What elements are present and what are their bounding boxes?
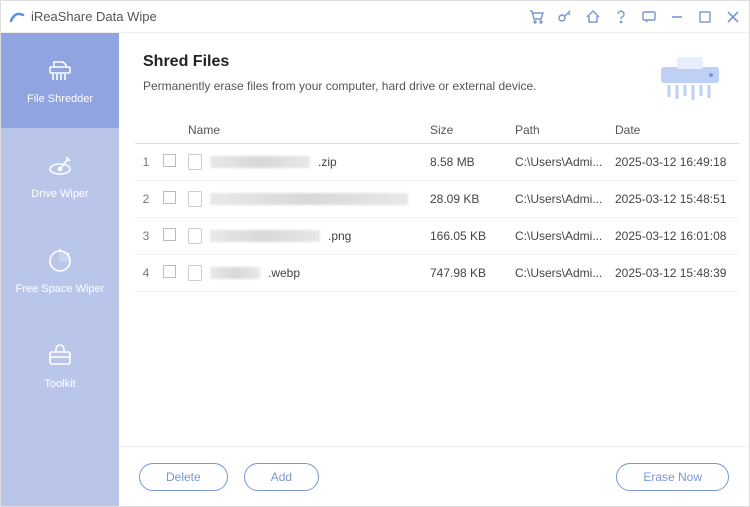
file-date: 2025-03-12 16:01:08 <box>609 218 739 255</box>
col-path[interactable]: Path <box>509 117 609 144</box>
body: File Shredder Drive Wiper Free Space Wip… <box>1 33 749 506</box>
titlebar-actions <box>529 9 741 25</box>
sidebar: File Shredder Drive Wiper Free Space Wip… <box>1 33 119 506</box>
drive-wiper-icon <box>46 152 74 180</box>
file-ext: .png <box>328 229 351 243</box>
file-name-redacted <box>210 267 260 279</box>
table-row[interactable]: 4 .webp 747.98 KBC:\Users\Admi...2025-03-1… <box>135 255 739 292</box>
footer: Delete Add Erase Now <box>119 446 749 506</box>
sidebar-item-toolkit[interactable]: Toolkit <box>1 318 119 413</box>
sidebar-item-label: File Shredder <box>27 93 93 105</box>
file-icon <box>188 191 202 207</box>
file-ext: .zip <box>318 155 337 169</box>
row-index: 2 <box>135 181 157 218</box>
file-name-redacted <box>210 156 310 168</box>
table-row[interactable]: 2 28.09 KBC:\Users\Admi...2025-03-12 15:4… <box>135 181 739 218</box>
row-checkbox[interactable] <box>163 191 176 204</box>
table-row[interactable]: 3 .png 166.05 KBC:\Users\Admi...2025-03-12… <box>135 218 739 255</box>
col-index <box>135 117 157 144</box>
shredder-graphic-icon <box>655 53 725 103</box>
page-header: Shred Files Permanently erase files from… <box>119 33 749 117</box>
file-path: C:\Users\Admi... <box>509 181 609 218</box>
file-date: 2025-03-12 15:48:39 <box>609 255 739 292</box>
sidebar-item-label: Drive Wiper <box>31 188 88 200</box>
page-title: Shred Files <box>143 53 537 71</box>
sidebar-item-drive-wiper[interactable]: Drive Wiper <box>1 128 119 223</box>
col-date[interactable]: Date <box>609 117 739 144</box>
close-icon[interactable] <box>725 9 741 25</box>
file-table: Name Size Path Date 1.zip8.58 MBC:\Users… <box>135 117 739 292</box>
sidebar-item-label: Free Space Wiper <box>16 283 105 295</box>
row-index: 4 <box>135 255 157 292</box>
row-index: 1 <box>135 144 157 181</box>
file-shredder-icon <box>46 57 74 85</box>
col-checkbox <box>157 117 182 144</box>
erase-now-button[interactable]: Erase Now <box>616 463 729 491</box>
file-icon <box>188 265 202 281</box>
sidebar-item-file-shredder[interactable]: File Shredder <box>1 33 119 128</box>
table-row[interactable]: 1 .zip 8.58 MBC:\Users\Admi...2025-03-12 1… <box>135 144 739 181</box>
app-logo-icon <box>9 9 25 25</box>
minimize-icon[interactable] <box>669 9 685 25</box>
toolkit-icon <box>46 342 74 370</box>
file-date: 2025-03-12 16:49:18 <box>609 144 739 181</box>
row-index: 3 <box>135 218 157 255</box>
col-name[interactable]: Name <box>182 117 424 144</box>
file-path: C:\Users\Admi... <box>509 255 609 292</box>
main: Shred Files Permanently erase files from… <box>119 33 749 506</box>
file-icon <box>188 154 202 170</box>
file-path: C:\Users\Admi... <box>509 218 609 255</box>
col-size[interactable]: Size <box>424 117 509 144</box>
sidebar-item-label: Toolkit <box>44 378 75 390</box>
key-icon[interactable] <box>557 9 573 25</box>
help-icon[interactable] <box>613 9 629 25</box>
cart-icon[interactable] <box>529 9 545 25</box>
add-button[interactable]: Add <box>244 463 319 491</box>
app-title: iReaShare Data Wipe <box>31 9 157 24</box>
row-checkbox[interactable] <box>163 265 176 278</box>
file-path: C:\Users\Admi... <box>509 144 609 181</box>
file-table-wrap: Name Size Path Date 1.zip8.58 MBC:\Users… <box>119 117 749 446</box>
file-size: 747.98 KB <box>424 255 509 292</box>
app-window: iReaShare Data Wipe <box>0 0 750 507</box>
file-size: 8.58 MB <box>424 144 509 181</box>
file-date: 2025-03-12 15:48:51 <box>609 181 739 218</box>
row-checkbox[interactable] <box>163 228 176 241</box>
file-name-redacted <box>210 193 408 205</box>
row-checkbox[interactable] <box>163 154 176 167</box>
file-size: 28.09 KB <box>424 181 509 218</box>
file-size: 166.05 KB <box>424 218 509 255</box>
page-subtitle: Permanently erase files from your comput… <box>143 79 537 93</box>
delete-button[interactable]: Delete <box>139 463 228 491</box>
titlebar: iReaShare Data Wipe <box>1 1 749 33</box>
feedback-icon[interactable] <box>641 9 657 25</box>
file-name-redacted <box>210 230 320 242</box>
maximize-icon[interactable] <box>697 9 713 25</box>
sidebar-item-free-space-wiper[interactable]: Free Space Wiper <box>1 223 119 318</box>
home-icon[interactable] <box>585 9 601 25</box>
file-ext: .webp <box>268 266 300 280</box>
file-icon <box>188 228 202 244</box>
free-space-wiper-icon <box>46 247 74 275</box>
